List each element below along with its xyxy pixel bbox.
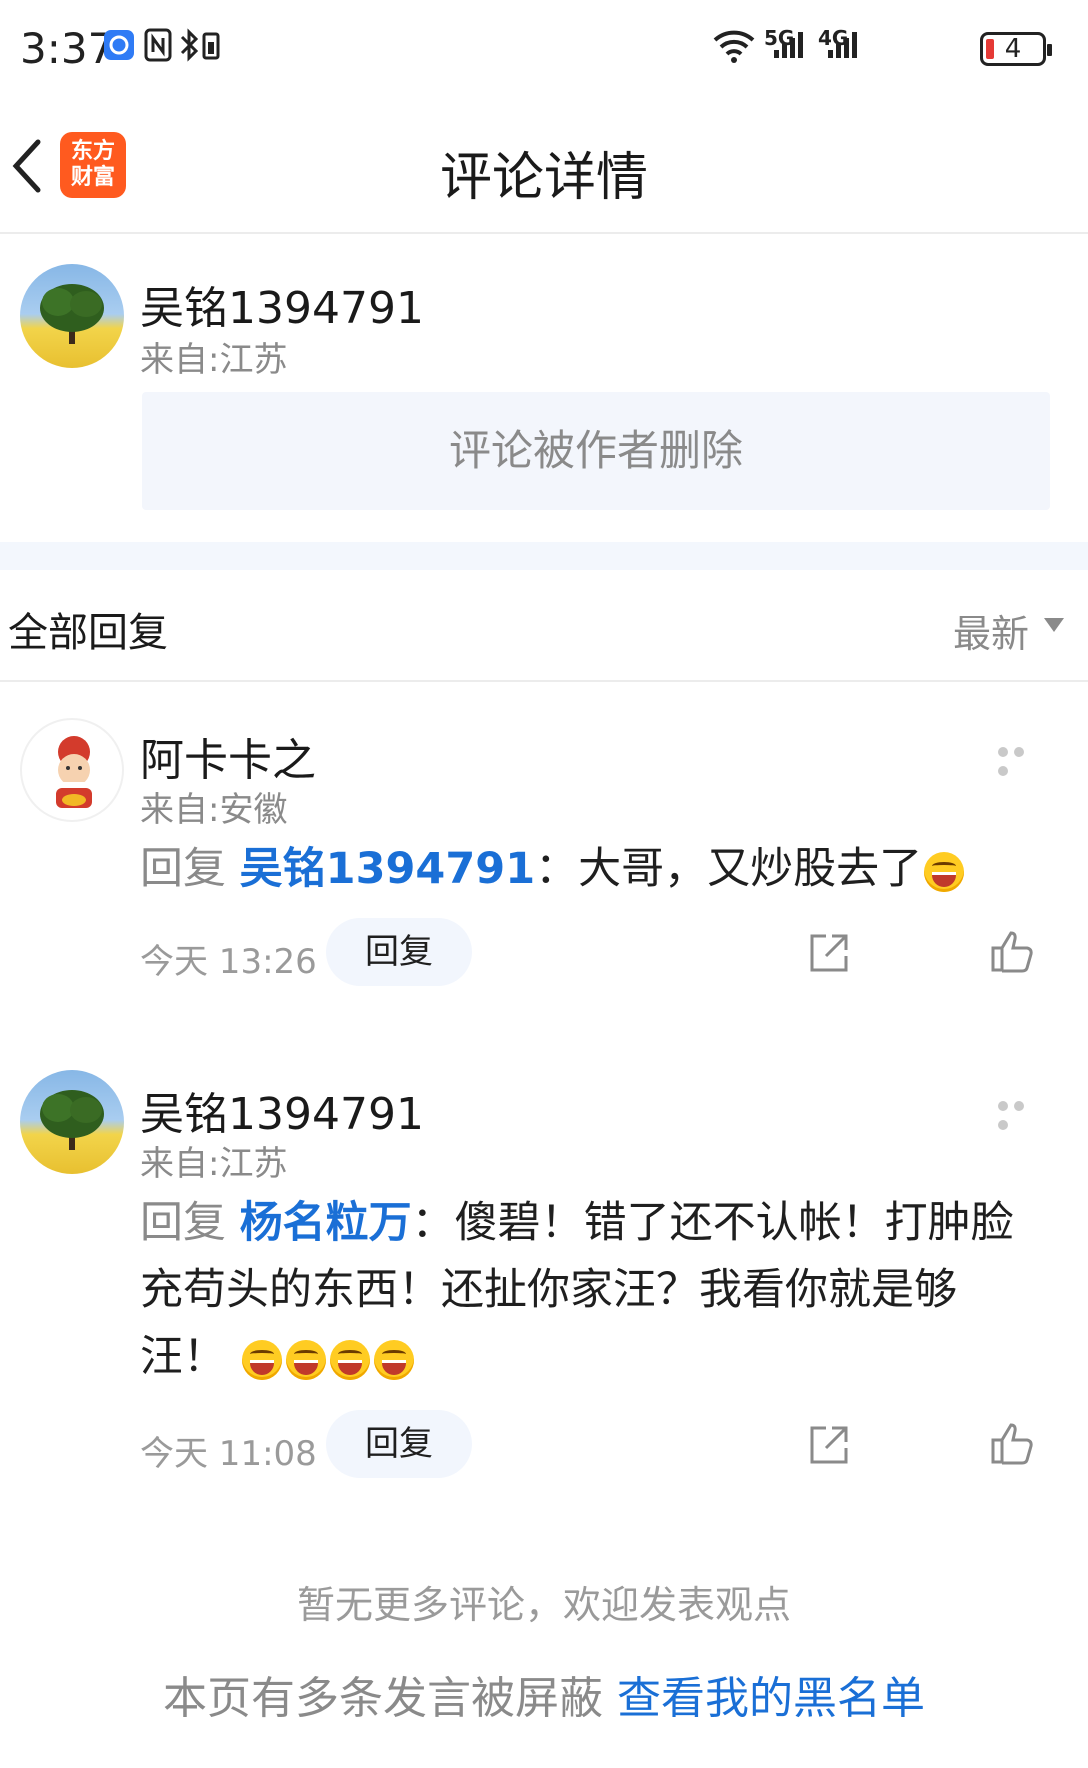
- battery-icon: 4: [980, 32, 1052, 66]
- avatar[interactable]: [20, 718, 124, 822]
- share-icon[interactable]: [806, 1422, 852, 1468]
- thumbs-up-icon[interactable]: [990, 1420, 1036, 1466]
- avatar[interactable]: [20, 264, 124, 368]
- page-title: 评论详情: [439, 148, 648, 208]
- reply-time: 今天 11:08: [140, 1434, 317, 1474]
- comment-location: 来自:江苏: [140, 340, 288, 380]
- sort-dropdown[interactable]: 最新: [953, 603, 1029, 658]
- section-separator: [0, 542, 1088, 570]
- view-blacklist-link[interactable]: 查看我的黑名单: [617, 1673, 925, 1724]
- reply-target-user[interactable]: 杨名粒万: [240, 1198, 412, 1248]
- header-divider: [0, 232, 1088, 234]
- more-options-icon[interactable]: [998, 742, 1044, 776]
- all-replies-title: 全部回复: [8, 610, 168, 656]
- reply-target-user[interactable]: 吴铭1394791: [240, 844, 535, 894]
- blocked-notice-row: 本页有多条发言被屏蔽 查看我的黑名单: [0, 1662, 1088, 1726]
- reply-content: 回复 吴铭1394791：大哥，又炒股去了: [140, 836, 1040, 903]
- reply-prefix: 回复: [140, 1198, 226, 1248]
- nfc-icon: [144, 28, 172, 62]
- reply-button[interactable]: 回复: [326, 1410, 472, 1478]
- wifi-icon: [712, 28, 756, 64]
- reply-content: 回复 杨名粒万：傻碧！错了还不认帐！打肿脸充苟头的东西！还扯你家汪？我看你就是够…: [140, 1190, 1040, 1391]
- reply-author[interactable]: 阿卡卡之: [140, 724, 316, 788]
- signal-5g-icon: [772, 30, 808, 60]
- grin-emoji-icon: [241, 1339, 282, 1380]
- grin-emoji-icon: [373, 1339, 414, 1380]
- no-more-comments: 暂无更多评论，欢迎发表观点: [296, 1583, 791, 1627]
- laugh-cry-emoji-icon: [924, 851, 965, 892]
- reply-button[interactable]: 回复: [326, 918, 472, 986]
- reply-author[interactable]: 吴铭1394791: [140, 1078, 424, 1142]
- share-icon[interactable]: [806, 930, 852, 976]
- reply-prefix: 回复: [140, 844, 226, 894]
- avatar[interactable]: [20, 1070, 124, 1174]
- bluetooth-icon: [178, 28, 222, 62]
- signal-4g-icon: [826, 30, 862, 60]
- more-options-icon[interactable]: [998, 1096, 1044, 1130]
- thumbs-up-icon[interactable]: [990, 928, 1036, 974]
- grin-emoji-icon: [285, 1339, 326, 1380]
- grin-emoji-icon: [329, 1339, 370, 1380]
- reply-text: ：大哥，又炒股去了: [535, 844, 923, 894]
- comment-author[interactable]: 吴铭1394791: [140, 272, 424, 336]
- blocked-notice: 本页有多条发言被屏蔽: [163, 1673, 603, 1724]
- deleted-comment-notice: 评论被作者删除: [142, 392, 1050, 510]
- app-notification-icon: [104, 30, 134, 60]
- reply-time: 今天 13:26: [140, 942, 317, 982]
- dropdown-arrow-icon[interactable]: [1044, 618, 1064, 632]
- reply-location: 来自:江苏: [140, 1144, 288, 1184]
- reply-location: 来自:安徽: [140, 790, 288, 830]
- status-time: 3:37: [20, 24, 115, 73]
- list-divider: [0, 680, 1088, 682]
